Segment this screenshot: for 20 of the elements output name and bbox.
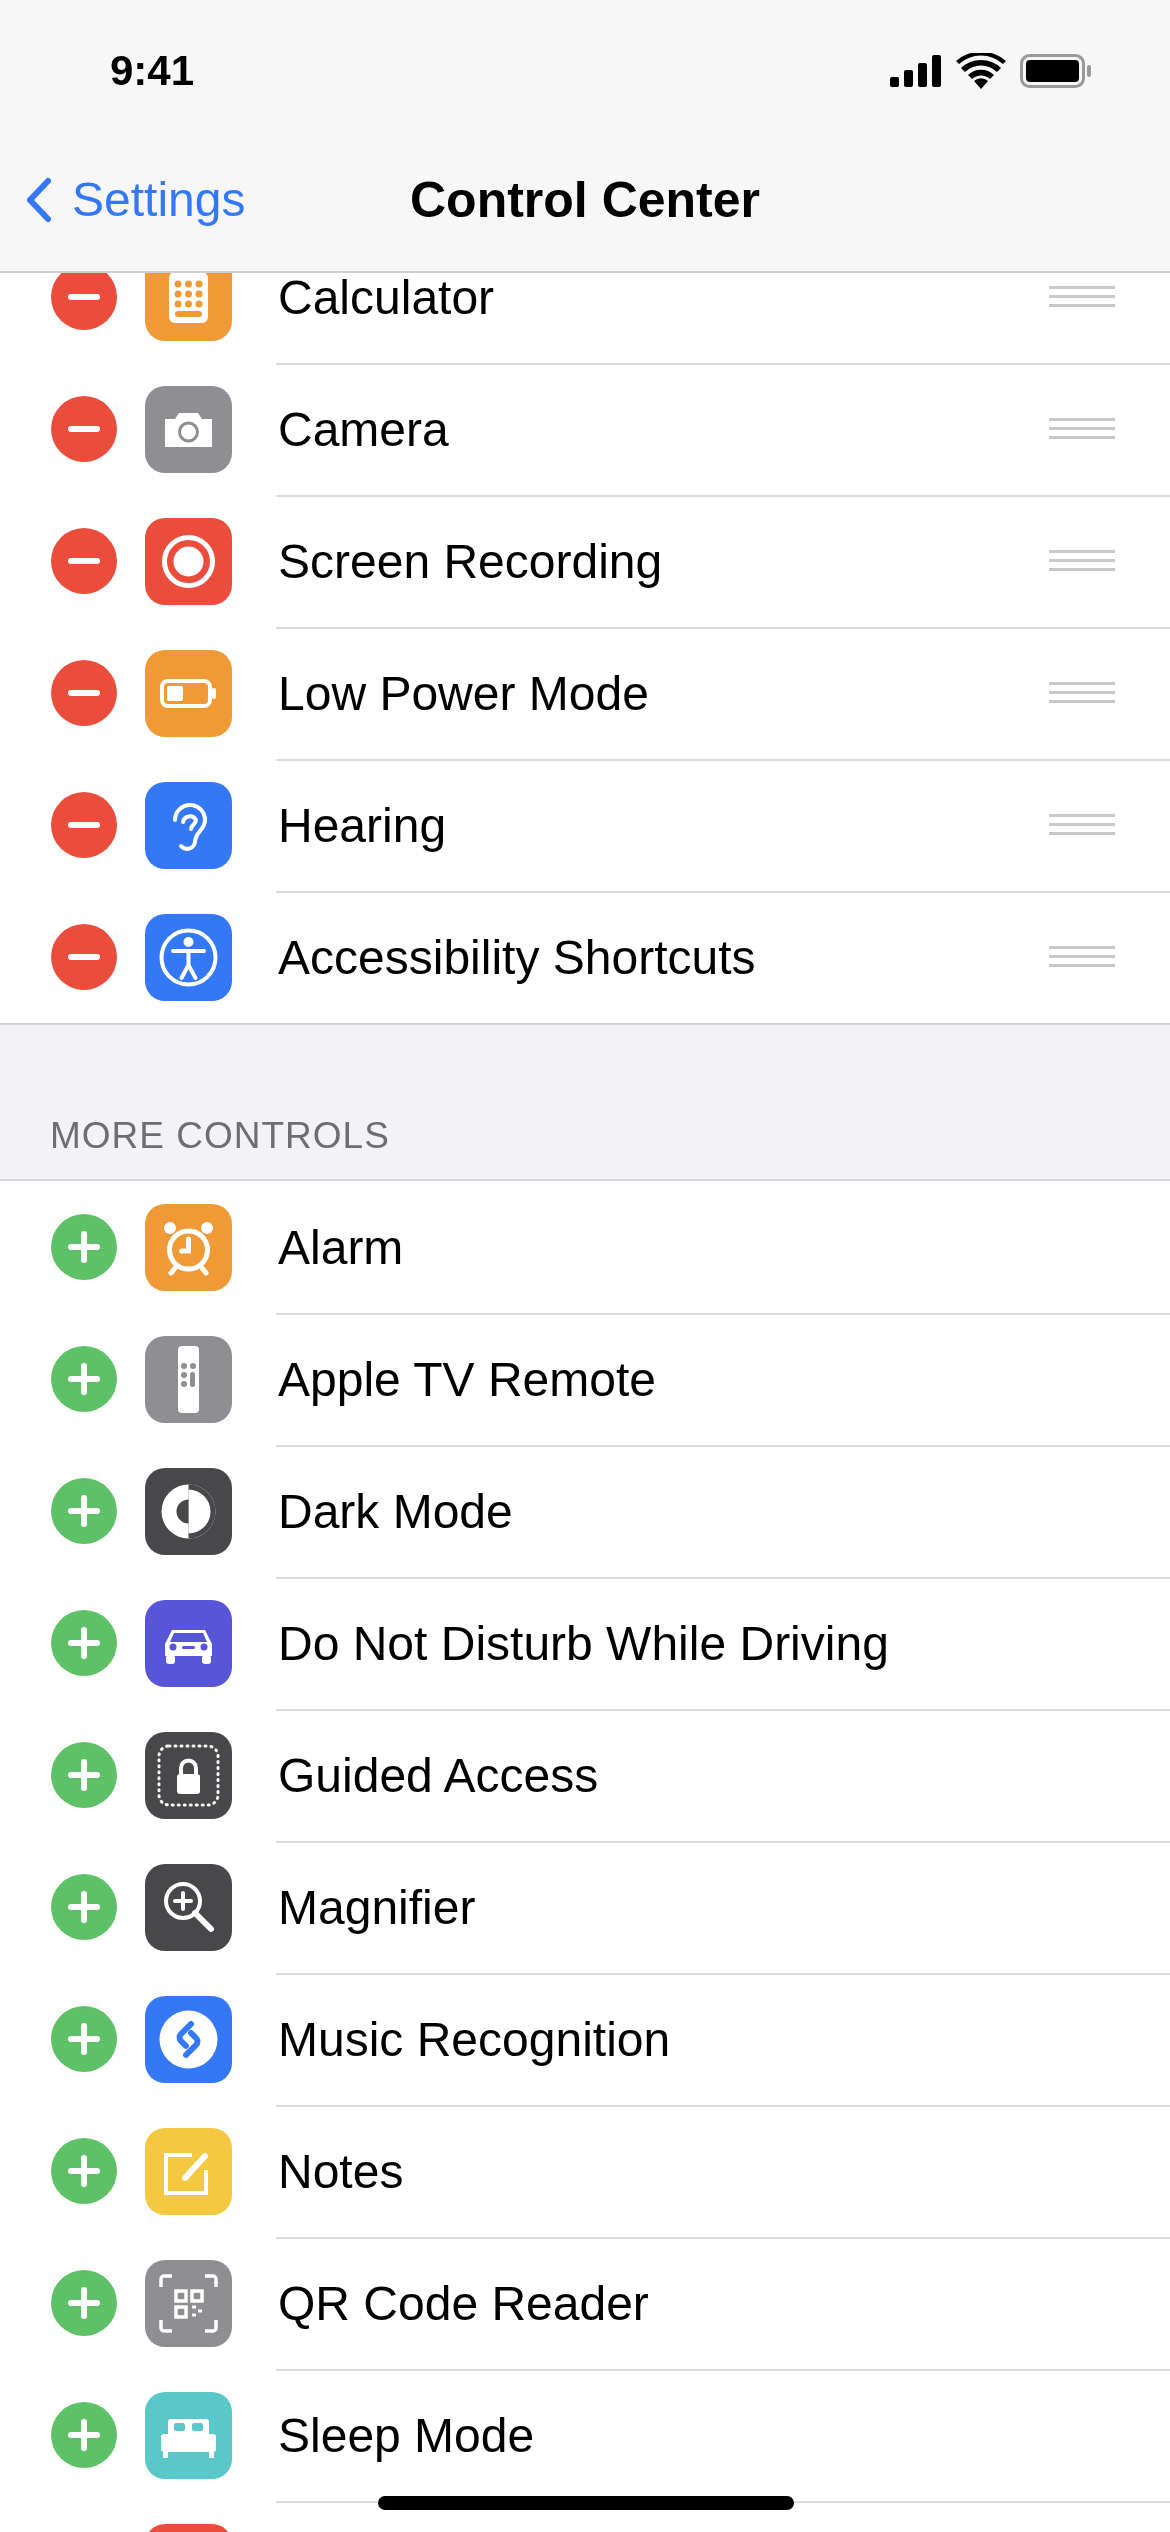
control-label: Hearing: [278, 797, 448, 853]
control-label: Accessibility Shortcuts: [278, 929, 757, 985]
control-label: Notes: [278, 2143, 405, 2199]
control-label: Apple TV Remote: [278, 1351, 657, 1407]
control-label: Camera: [278, 401, 450, 457]
control-label: Alarm: [278, 1219, 405, 1275]
control-label: Music Recognition: [278, 2011, 672, 2067]
control-label: QR Code Reader: [278, 2275, 650, 2331]
page-title: Control Center: [410, 170, 760, 229]
section-header: MORE CONTROLS: [50, 1115, 390, 1157]
control-label: Do Not Disturb While Driving: [278, 1615, 890, 1671]
control-label: Sleep Mode: [278, 2407, 536, 2463]
control-label: Guided Access: [278, 1747, 600, 1803]
back-button[interactable]: Settings: [26, 172, 246, 227]
control-label: Dark Mode: [278, 1483, 514, 1539]
status-time: 9:41: [110, 46, 195, 95]
control-label: Magnifier: [278, 1879, 477, 1935]
control-label: Screen Recording: [278, 533, 664, 589]
control-label: Calculator: [278, 273, 496, 325]
control-label: Low Power Mode: [278, 665, 650, 721]
